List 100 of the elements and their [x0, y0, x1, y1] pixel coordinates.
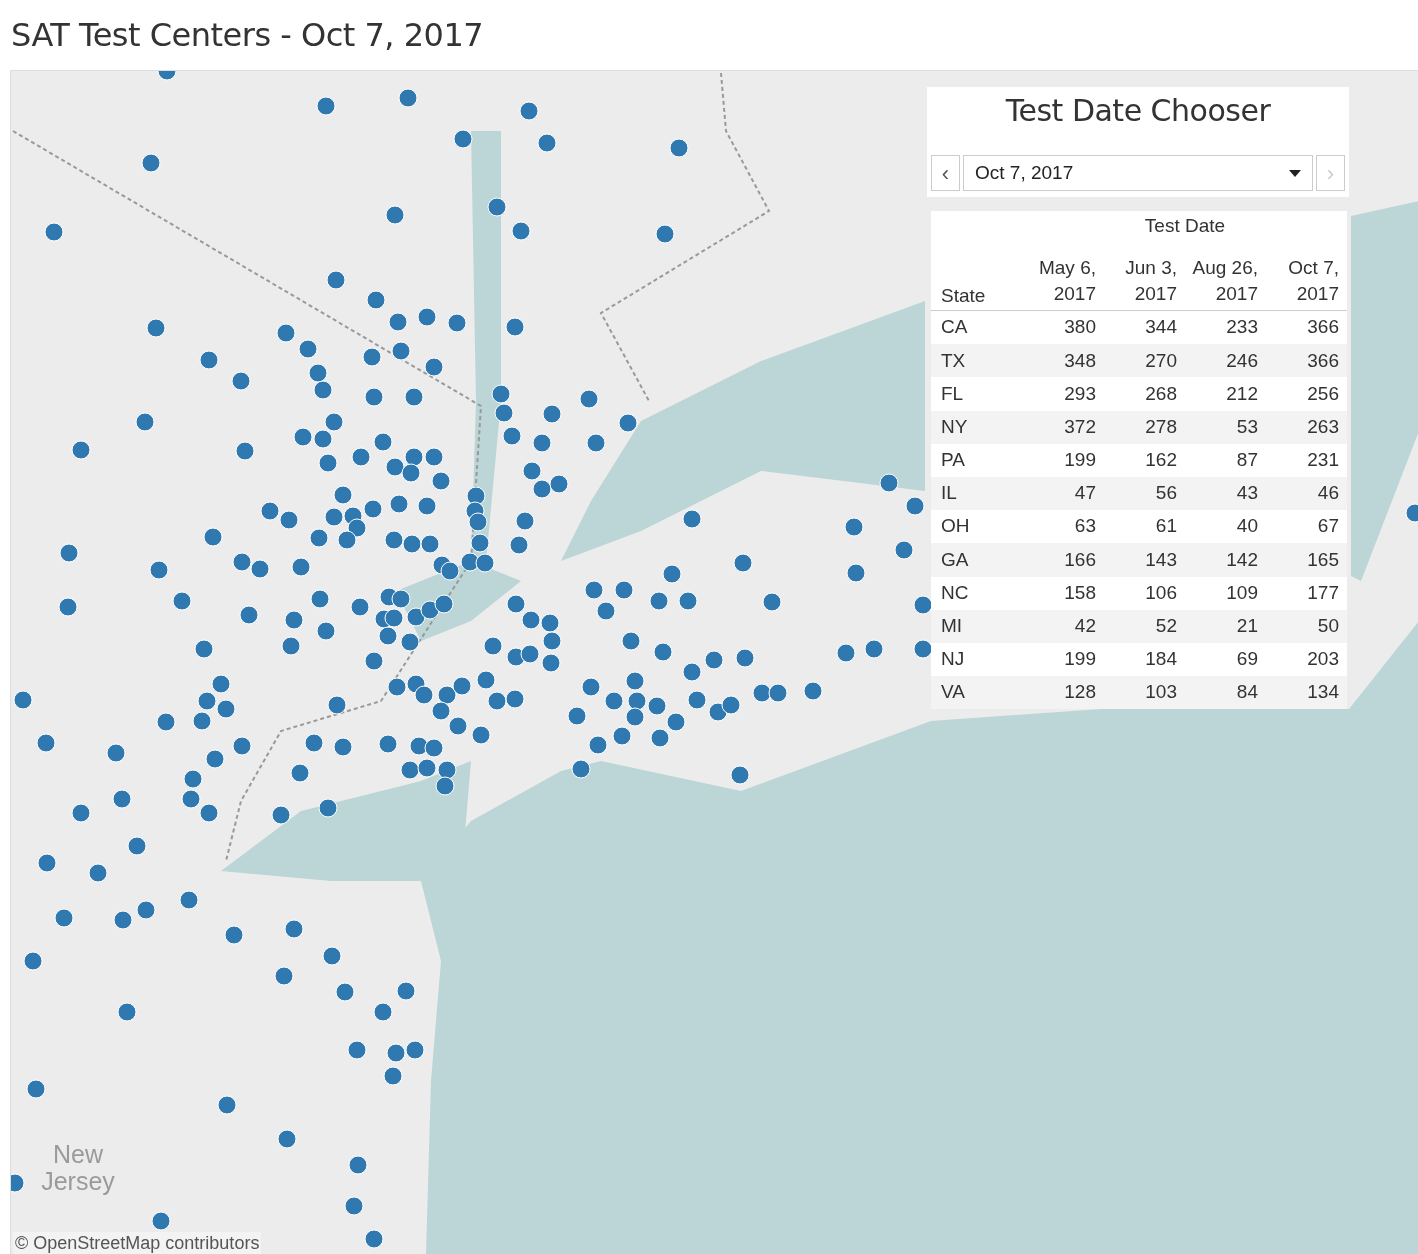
location-dot[interactable] — [475, 553, 495, 573]
location-dot[interactable] — [308, 363, 328, 383]
location-dot[interactable] — [326, 270, 346, 290]
location-dot[interactable] — [666, 712, 686, 732]
location-dot[interactable] — [151, 1211, 171, 1231]
location-dot[interactable] — [730, 765, 750, 785]
location-dot[interactable] — [913, 595, 933, 615]
location-dot[interactable] — [318, 453, 338, 473]
location-dot[interactable] — [655, 224, 675, 244]
location-dot[interactable] — [420, 600, 440, 620]
location-dot[interactable] — [362, 347, 382, 367]
location-dot[interactable] — [71, 803, 91, 823]
location-dot[interactable] — [520, 644, 540, 664]
location-dot[interactable] — [532, 479, 552, 499]
location-dot[interactable] — [316, 621, 336, 641]
location-dot[interactable] — [662, 564, 682, 584]
location-dot[interactable] — [391, 589, 411, 609]
location-dot[interactable] — [364, 651, 384, 671]
location-dot[interactable] — [216, 699, 236, 719]
location-dot[interactable] — [653, 642, 673, 662]
location-dot[interactable] — [409, 736, 429, 756]
location-dot[interactable] — [453, 129, 473, 149]
location-dot[interactable] — [366, 290, 386, 310]
location-dot[interactable] — [682, 662, 702, 682]
location-dot[interactable] — [384, 608, 404, 628]
location-dot[interactable] — [913, 639, 933, 659]
location-dot[interactable] — [250, 559, 270, 579]
location-dot[interactable] — [396, 981, 416, 1001]
location-dot[interactable] — [389, 494, 409, 514]
location-dot[interactable] — [468, 512, 488, 532]
location-dot[interactable] — [460, 552, 480, 572]
location-dot[interactable] — [112, 789, 132, 809]
location-dot[interactable] — [579, 389, 599, 409]
location-dot[interactable] — [277, 1129, 297, 1149]
location-dot[interactable] — [682, 509, 702, 529]
location-dot[interactable] — [650, 728, 670, 748]
location-dot[interactable] — [687, 690, 707, 710]
location-dot[interactable] — [434, 594, 454, 614]
location-dot[interactable] — [232, 552, 252, 572]
location-dot[interactable] — [549, 474, 569, 494]
location-dot[interactable] — [532, 433, 552, 453]
location-dot[interactable] — [205, 749, 225, 769]
location-dot[interactable] — [181, 789, 201, 809]
location-dot[interactable] — [398, 88, 418, 108]
location-dot[interactable] — [327, 695, 347, 715]
location-dot[interactable] — [437, 760, 457, 780]
location-dot[interactable] — [625, 707, 645, 727]
location-dot[interactable] — [400, 632, 420, 652]
location-dot[interactable] — [844, 517, 864, 537]
location-dot[interactable] — [344, 1196, 364, 1216]
location-dot[interactable] — [309, 528, 329, 548]
location-dot[interactable] — [567, 706, 587, 726]
location-dot[interactable] — [542, 631, 562, 651]
location-dot[interactable] — [310, 589, 330, 609]
location-dot[interactable] — [470, 533, 490, 553]
location-dot[interactable] — [846, 563, 866, 583]
location-dot[interactable] — [401, 463, 421, 483]
location-dot[interactable] — [879, 473, 899, 493]
location-dot[interactable] — [364, 1229, 384, 1249]
location-dot[interactable] — [146, 318, 166, 338]
location-dot[interactable] — [621, 631, 641, 651]
location-dot[interactable] — [324, 412, 344, 432]
location-dot[interactable] — [571, 759, 591, 779]
location-dot[interactable] — [271, 805, 291, 825]
location-dot[interactable] — [836, 643, 856, 663]
location-dot[interactable] — [26, 1079, 46, 1099]
location-dot[interactable] — [420, 534, 440, 554]
previous-button[interactable]: ‹ — [931, 155, 960, 191]
location-dot[interactable] — [232, 736, 252, 756]
location-dot[interactable] — [733, 553, 753, 573]
location-dot[interactable] — [291, 557, 311, 577]
location-dot[interactable] — [487, 691, 507, 711]
location-dot[interactable] — [402, 534, 422, 554]
location-dot[interactable] — [348, 1155, 368, 1175]
location-dot[interactable] — [199, 350, 219, 370]
location-dot[interactable] — [113, 910, 133, 930]
location-dot[interactable] — [279, 510, 299, 530]
location-dot[interactable] — [612, 726, 632, 746]
date-dropdown[interactable]: Oct 7, 2017 — [963, 155, 1313, 191]
location-dot[interactable] — [54, 908, 74, 928]
location-dot[interactable] — [905, 496, 925, 516]
location-dot[interactable] — [135, 412, 155, 432]
location-dot[interactable] — [384, 530, 404, 550]
location-dot[interactable] — [417, 307, 437, 327]
location-dot[interactable] — [117, 1002, 137, 1022]
location-dot[interactable] — [36, 733, 56, 753]
location-dot[interactable] — [448, 716, 468, 736]
location-dot[interactable] — [487, 197, 507, 217]
location-dot[interactable] — [347, 1040, 367, 1060]
location-dot[interactable] — [199, 803, 219, 823]
location-dot[interactable] — [404, 387, 424, 407]
location-dot[interactable] — [431, 471, 451, 491]
location-dot[interactable] — [385, 457, 405, 477]
location-dot[interactable] — [274, 966, 294, 986]
location-dot[interactable] — [604, 691, 624, 711]
location-dot[interactable] — [211, 674, 231, 694]
location-dot[interactable] — [542, 404, 562, 424]
location-dot[interactable] — [483, 636, 503, 656]
location-dot[interactable] — [231, 371, 251, 391]
location-dot[interactable] — [505, 689, 525, 709]
